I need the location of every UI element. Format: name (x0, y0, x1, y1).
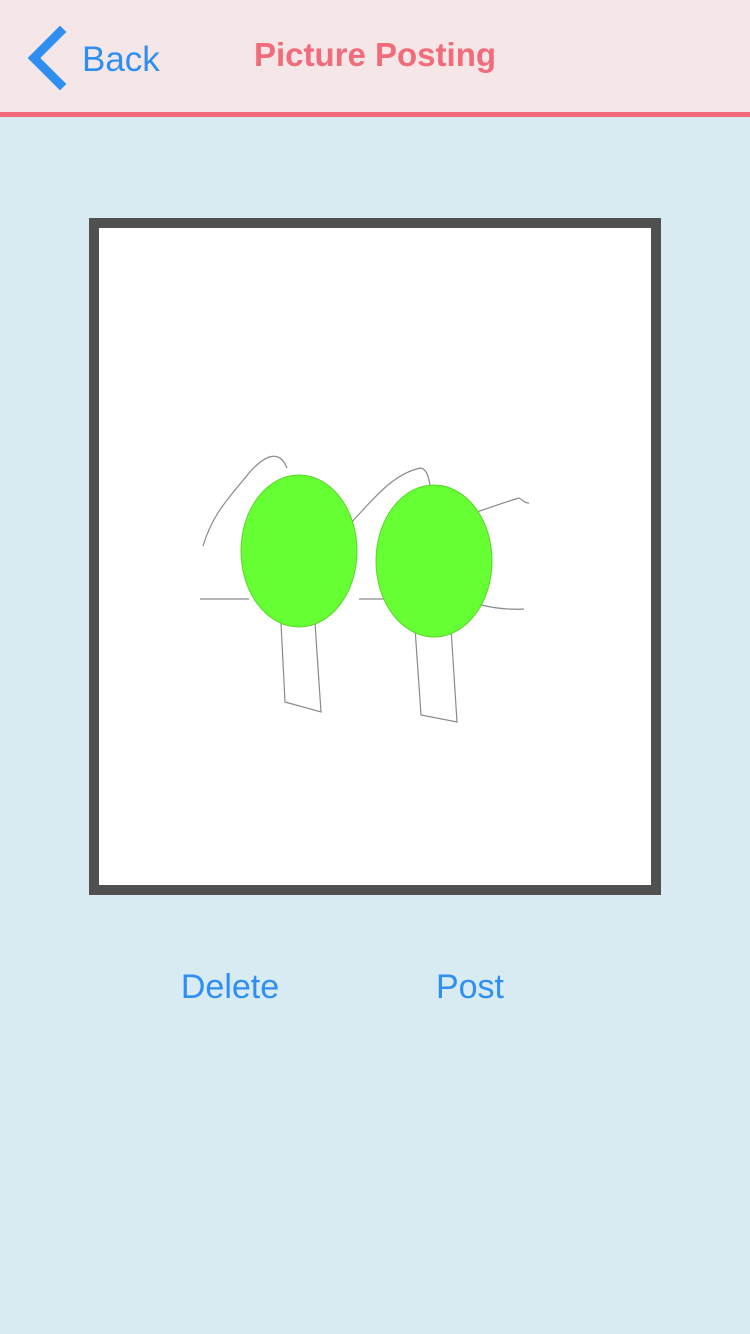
sketch-stroke-right-stem (414, 627, 458, 723)
action-bar: Delete Post (0, 968, 750, 1018)
sketch-stroke-right-bottom (480, 604, 525, 610)
delete-button[interactable]: Delete (130, 968, 330, 1007)
page-title: Picture Posting (253, 36, 497, 73)
navigation-bar: Back Picture Posting (0, 0, 750, 117)
picture-drawing (200, 455, 530, 723)
sketch-stroke-right-top (473, 497, 530, 514)
left-green-shape (240, 474, 358, 628)
post-button[interactable]: Post (370, 968, 570, 1007)
picture-frame (89, 218, 661, 895)
right-green-shape (375, 484, 493, 638)
sketch-stroke-left-stem (280, 622, 322, 713)
